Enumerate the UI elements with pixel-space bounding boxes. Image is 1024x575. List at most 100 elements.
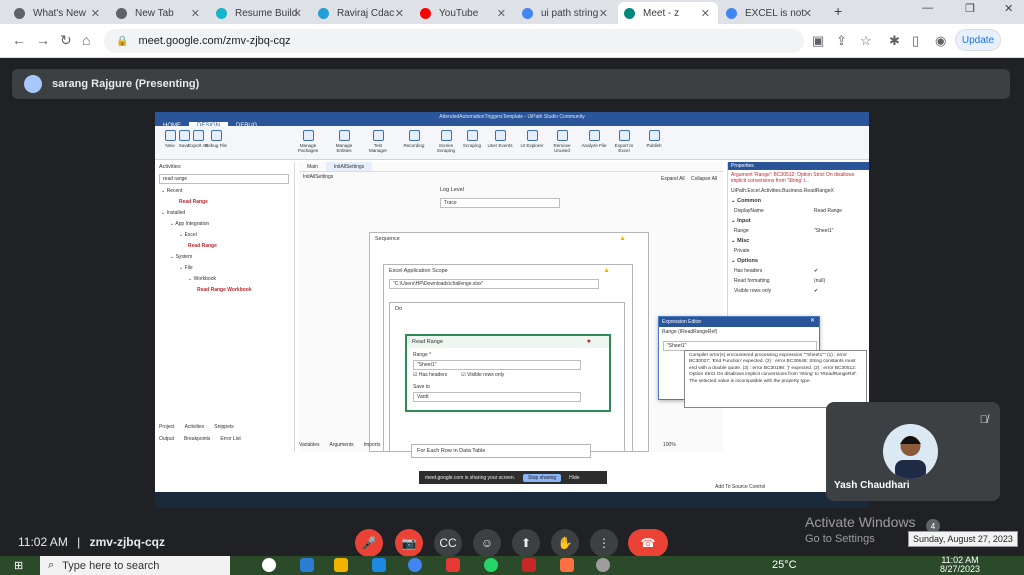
property-section[interactable]: ⌄ Input <box>728 216 869 226</box>
ribbon-button[interactable]: Debug File <box>203 130 229 148</box>
browser-tab[interactable]: Resume Build ✕ <box>210 2 310 24</box>
app-icon[interactable] <box>446 558 460 572</box>
url-bar[interactable]: 🔒 meet.google.com/zmv-zjbq-cqz <box>104 29 804 53</box>
expand-all-link[interactable]: Expand All <box>661 176 685 182</box>
stop-sharing-button[interactable]: Stop sharing <box>523 473 562 482</box>
tree-item[interactable]: Read Range <box>155 197 294 208</box>
browser-tab[interactable]: ui path string ✕ <box>516 2 616 24</box>
foreach-block[interactable]: For Each Row in Data Table <box>411 444 591 458</box>
panel-tab[interactable]: Activities <box>185 424 205 430</box>
add-source-control[interactable]: Add To Source Control <box>715 484 765 490</box>
property-value[interactable]: (null) <box>814 278 825 284</box>
save-to-input[interactable]: Vardt <box>413 392 581 402</box>
profile-avatar-icon[interactable]: ◉ <box>935 33 946 49</box>
windows-start-icon[interactable]: ⊞ <box>14 559 23 572</box>
tree-item[interactable]: ⌄ Installed <box>155 208 294 219</box>
forward-icon[interactable]: → <box>36 32 50 48</box>
property-row[interactable]: Read formatting (null) <box>728 276 869 286</box>
tree-item[interactable]: Read Range Workbook <box>155 285 294 296</box>
property-row[interactable]: Visible rows only ✔ <box>728 286 869 296</box>
ribbon-button[interactable]: UI Explorer <box>519 130 545 148</box>
leave-call-button[interactable]: ☎ <box>628 529 668 557</box>
chrome-icon[interactable] <box>408 558 422 572</box>
property-section[interactable]: ⌄ Misc <box>728 236 869 246</box>
close-tab-icon[interactable]: ✕ <box>91 7 100 20</box>
close-dialog-icon[interactable]: ✕ <box>810 317 815 324</box>
activities-search-input[interactable]: read range <box>159 174 289 184</box>
ribbon-button[interactable]: Manage Packages <box>295 130 321 153</box>
ribbon-button[interactable]: Scraping <box>459 130 485 148</box>
visible-rows-checkbox[interactable]: ☑ Visible rows only <box>461 372 504 378</box>
has-headers-checkbox[interactable]: ☑ Has headers <box>413 372 447 378</box>
browser-tab[interactable]: YouTube ✕ <box>414 2 514 24</box>
property-section[interactable]: ⌄ Common <box>728 196 869 206</box>
property-value[interactable]: Read Range <box>814 208 842 214</box>
weather-temp[interactable]: 25°C <box>772 559 797 571</box>
tree-item[interactable]: ⌄ Recent <box>155 186 294 197</box>
back-icon[interactable]: ← <box>12 32 26 48</box>
edge-icon[interactable] <box>300 558 314 572</box>
property-row[interactable]: Has headers ✔ <box>728 266 869 276</box>
tree-item[interactable]: ⌄ Excel <box>155 230 294 241</box>
tree-item[interactable]: ⌄ App Integration <box>155 219 294 230</box>
taskbar-search-input[interactable]: ⌕ Type here to search <box>40 556 230 575</box>
emoji-reaction-button[interactable]: ☺ <box>473 529 501 557</box>
close-window-icon[interactable]: ✕ <box>1004 2 1013 15</box>
maximize-icon[interactable]: ❐ <box>965 2 975 15</box>
task-view-icon[interactable] <box>262 558 276 572</box>
whatsapp-icon[interactable] <box>484 558 498 572</box>
property-row[interactable]: Range "Sheet1" <box>728 226 869 236</box>
zoom-level[interactable]: 100% <box>663 442 676 448</box>
close-tab-icon[interactable]: ✕ <box>395 7 404 20</box>
camera-icon[interactable]: ▣ <box>812 33 824 49</box>
minimize-icon[interactable]: — <box>922 2 933 14</box>
browser-tab[interactable]: Meet - z ✕ <box>618 2 718 24</box>
vlc-icon[interactable] <box>560 558 574 572</box>
close-tab-icon[interactable]: ✕ <box>701 7 710 20</box>
ribbon-button[interactable]: Test Manager <box>365 130 391 153</box>
raise-hand-button[interactable]: ✋ <box>551 529 579 557</box>
range-input[interactable]: "Sheet1" <box>413 360 581 370</box>
close-tab-icon[interactable]: ✕ <box>803 7 812 20</box>
captions-button[interactable]: CC <box>434 529 462 557</box>
update-button[interactable]: Update <box>955 29 1001 51</box>
panel-tab[interactable]: Output <box>159 436 174 442</box>
close-tab-icon[interactable]: ✕ <box>497 7 506 20</box>
sidepanel-icon[interactable]: ▯ <box>912 33 919 49</box>
browser-tab[interactable]: Raviraj Cdac ✕ <box>312 2 412 24</box>
close-tab-icon[interactable]: ✕ <box>191 7 200 20</box>
more-options-button[interactable]: ⋮ <box>590 529 618 557</box>
canvas-tab[interactable]: Main <box>299 162 326 171</box>
ribbon-button[interactable]: Manage Entities <box>331 130 357 153</box>
ribbon-button[interactable]: User Events <box>487 130 513 148</box>
property-row[interactable]: DisplayName Read Range <box>728 206 869 216</box>
log-level-select[interactable]: Trace <box>440 198 560 208</box>
present-screen-button[interactable]: ⬆ <box>512 529 540 557</box>
tree-item[interactable]: ⌄ Workbook <box>155 274 294 285</box>
mic-toggle-button[interactable]: 🎤 <box>355 529 383 557</box>
extensions-icon[interactable]: ✱ <box>889 33 900 49</box>
reload-icon[interactable]: ↻ <box>60 32 72 49</box>
acrobat-icon[interactable] <box>522 558 536 572</box>
property-value[interactable]: ✔ <box>814 268 818 274</box>
panel-tab[interactable]: Project <box>159 424 175 430</box>
tree-item[interactable]: ⌄ File <box>155 263 294 274</box>
property-row[interactable]: Private <box>728 246 869 256</box>
browser-tab[interactable]: EXCEL is not ✕ <box>720 2 820 24</box>
new-tab-button[interactable]: + <box>834 3 842 19</box>
property-value[interactable]: "Sheet1" <box>814 228 833 234</box>
camera-toggle-button[interactable]: 📷 <box>395 529 423 557</box>
property-section[interactable]: ⌄ Options <box>728 256 869 266</box>
ribbon-button[interactable]: Analyze File <box>581 130 607 148</box>
ribbon-button[interactable]: Recording <box>401 130 427 148</box>
close-tab-icon[interactable]: ✕ <box>293 7 302 20</box>
bookmark-star-icon[interactable]: ☆ <box>860 33 872 49</box>
canvas-tab[interactable]: InitAllSettings <box>325 162 373 171</box>
property-value[interactable]: ✔ <box>814 288 818 294</box>
panel-tab[interactable]: Snippets <box>214 424 233 430</box>
panel-tab[interactable]: Breakpoints <box>184 436 210 442</box>
close-tab-icon[interactable]: ✕ <box>599 7 608 20</box>
participant-tile[interactable]: 🎙̸ Yash Chaudhari <box>826 402 1000 501</box>
panel-tab[interactable]: Error List <box>220 436 240 442</box>
home-icon[interactable]: ⌂ <box>82 32 90 48</box>
